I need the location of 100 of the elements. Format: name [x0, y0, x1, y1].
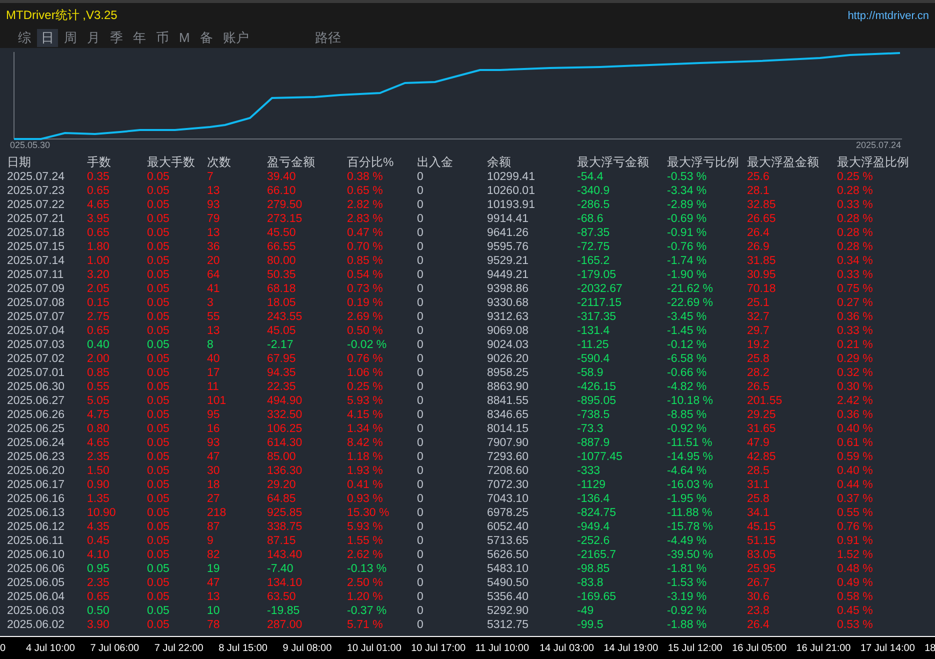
table-cell: 0.05 [147, 534, 170, 548]
table-cell: 5.93 % [347, 394, 383, 408]
table-cell: 22.35 [267, 380, 296, 394]
column-header: 余额 [487, 154, 511, 170]
table-cell: 8958.25 [487, 366, 529, 380]
table-cell: 0 [417, 590, 424, 604]
table-cell: 0.47 % [347, 226, 383, 240]
table-cell: 27 [207, 492, 220, 506]
website-link[interactable]: http://mtdriver.cn [848, 10, 929, 22]
table-cell: 9026.20 [487, 352, 529, 366]
table-cell: 0 [417, 506, 424, 520]
column-header: 最大浮亏比例 [667, 154, 739, 170]
table-cell: 2025.06.06 [7, 562, 65, 576]
table-cell: -4.49 % [667, 534, 707, 548]
table-cell: 10.90 [87, 506, 116, 520]
table-cell: 0.38 % [347, 170, 383, 184]
time-label: 0 [0, 642, 7, 654]
table-cell: 2025.07.22 [7, 198, 65, 212]
table-cell: 1.18 % [347, 450, 383, 464]
table-cell: 25.1 [747, 296, 770, 310]
table-cell: 0 [417, 254, 424, 268]
table-cell: 0.05 [147, 478, 170, 492]
table-cell: 6052.40 [487, 520, 529, 534]
table-cell: 2025.06.27 [7, 394, 65, 408]
table-cell: 0.32 % [837, 366, 873, 380]
tab[interactable]: 备 [196, 29, 217, 47]
table-cell: -21.62 % [667, 282, 714, 296]
tab[interactable]: 日 [37, 29, 58, 47]
table-cell: 2.83 % [347, 212, 383, 226]
table-cell: 0.33 % [837, 324, 873, 338]
table-cell: -8.85 % [667, 408, 707, 422]
table-cell: -895.05 [577, 394, 616, 408]
table-cell: 0.65 [87, 184, 110, 198]
time-label: 10 Jul 17:00 [410, 642, 467, 654]
table-cell: 9595.76 [487, 240, 529, 254]
table-cell: 87.15 [267, 534, 296, 548]
table-cell: -179.05 [577, 268, 616, 282]
table-cell: -1.45 % [667, 324, 707, 338]
table-cell: 287.00 [267, 618, 302, 632]
table-cell: 0.05 [147, 310, 170, 324]
table-cell: 0 [417, 282, 424, 296]
table-cell: 31.85 [747, 254, 776, 268]
table-cell: -54.4 [577, 170, 604, 184]
table-cell: 0.28 % [837, 184, 873, 198]
table-cell: 66.10 [267, 184, 296, 198]
table-cell: 0.15 [87, 296, 110, 310]
tab[interactable]: 月 [83, 29, 104, 47]
time-label: 9 Jul 08:00 [282, 642, 333, 654]
table-cell: -22.69 % [667, 296, 714, 310]
table-cell: 0 [417, 534, 424, 548]
table-cell: -39.50 % [667, 548, 714, 562]
tab[interactable]: 年 [129, 29, 150, 47]
table-cell: 2025.06.20 [7, 464, 65, 478]
table-cell: 2025.06.04 [7, 590, 65, 604]
table-cell: 0.25 % [837, 170, 873, 184]
table-cell: 8 [207, 338, 214, 352]
table-cell: 0.05 [147, 352, 170, 366]
table-cell: 8014.15 [487, 422, 529, 436]
tab[interactable]: 周 [60, 29, 81, 47]
table-cell: 30 [207, 464, 220, 478]
table-cell: 32.7 [747, 310, 770, 324]
table-cell: 0.93 % [347, 492, 383, 506]
table-cell: -19.85 [267, 604, 300, 618]
tab[interactable]: 币 [152, 29, 173, 47]
table-cell: 0 [417, 408, 424, 422]
table-cell: 143.40 [267, 548, 302, 562]
table-cell: 5312.75 [487, 618, 529, 632]
table-cell: 0.85 [87, 366, 110, 380]
tab[interactable]: M [175, 29, 194, 47]
table-cell: -7.40 [267, 562, 294, 576]
table-cell: 0.25 % [347, 380, 383, 394]
table-cell: 2025.06.24 [7, 436, 65, 450]
table-cell: 106.25 [267, 422, 302, 436]
table-cell: 0 [417, 520, 424, 534]
table-cell: 8.42 % [347, 436, 383, 450]
tab[interactable]: 综 [14, 29, 35, 47]
table-cell: 7072.30 [487, 478, 529, 492]
table-cell: 2025.07.14 [7, 254, 65, 268]
table-cell: 2025.07.03 [7, 338, 65, 352]
table-cell: 134.10 [267, 576, 302, 590]
table-cell: -426.15 [577, 380, 616, 394]
table-cell: 45.05 [267, 324, 296, 338]
table-cell: 0.36 % [837, 310, 873, 324]
table-cell: 0.55 [87, 380, 110, 394]
table-cell: 2.00 [87, 352, 110, 366]
table-cell: 2025.06.02 [7, 618, 65, 632]
table-cell: 0.05 [147, 436, 170, 450]
table-cell: 218 [207, 506, 226, 520]
tab[interactable]: 账户 [218, 29, 253, 47]
table-cell: 0 [417, 478, 424, 492]
table-cell: 26.9 [747, 240, 770, 254]
table-cell: 0.44 % [837, 478, 873, 492]
table-cell: 0.75 % [837, 282, 873, 296]
tab[interactable]: 季 [106, 29, 127, 47]
table-cell: 0.41 % [347, 478, 383, 492]
time-label: 14 Jul 03:00 [538, 642, 595, 654]
tab[interactable]: 路径 [310, 29, 345, 47]
table-cell: 13 [207, 590, 220, 604]
table-cell: -0.76 % [667, 240, 707, 254]
table-cell: 0.05 [147, 590, 170, 604]
